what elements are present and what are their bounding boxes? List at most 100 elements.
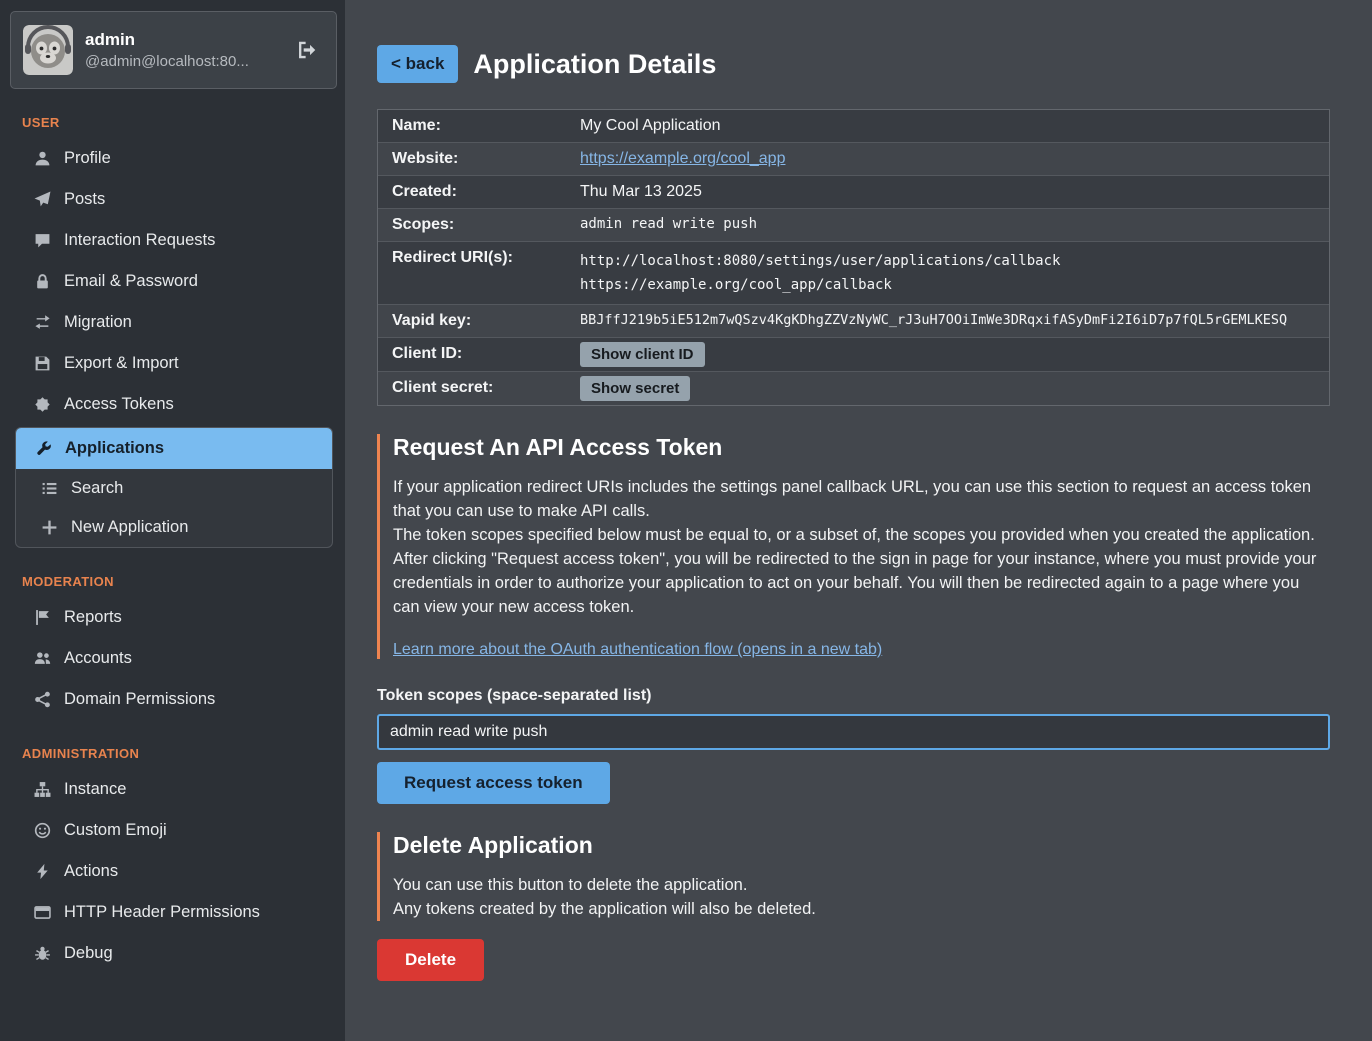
sidebar-item-accounts[interactable]: Accounts	[0, 638, 345, 679]
sidebar-item-label: HTTP Header Permissions	[64, 903, 260, 922]
row-label: Vapid key:	[378, 305, 570, 337]
table-row-scopes: Scopes: admin read write push	[378, 209, 1329, 242]
sidebar-item-label: Export & Import	[64, 354, 179, 373]
sidebar-item-label: Email & Password	[64, 272, 198, 291]
application-details-table: Name: My Cool Application Website: https…	[377, 109, 1330, 406]
page-header: < back Application Details	[377, 45, 1330, 83]
sidebar-item-http-header-permissions[interactable]: HTTP Header Permissions	[0, 892, 345, 933]
bug-icon	[33, 945, 51, 962]
table-row-website: Website: https://example.org/cool_app	[378, 143, 1329, 176]
sidebar-item-label: New Application	[71, 518, 188, 537]
sidebar-item-label: Custom Emoji	[64, 821, 167, 840]
avatar	[23, 25, 73, 75]
delete-application-heading: Delete Application	[393, 832, 1330, 859]
sidebar-item-applications[interactable]: Applications	[16, 428, 332, 469]
sidebar-item-label: Actions	[64, 862, 118, 881]
access-token-paragraph-1: If your application redirect URIs includ…	[393, 475, 1330, 523]
website-link[interactable]: https://example.org/cool_app	[580, 150, 785, 167]
sidebar-item-instance[interactable]: Instance	[0, 769, 345, 810]
sidebar-item-actions[interactable]: Actions	[0, 851, 345, 892]
sidebar-item-label: Migration	[64, 313, 132, 332]
table-row-name: Name: My Cool Application	[378, 110, 1329, 143]
wrench-icon	[34, 440, 52, 457]
redirect-uri-2: https://example.org/cool_app/callback	[580, 273, 1060, 297]
token-scopes-field: Token scopes (space-separated list) Requ…	[377, 687, 1330, 804]
user-handle: @admin@localhost:80...	[85, 53, 284, 70]
request-access-token-button[interactable]: Request access token	[377, 762, 610, 804]
flag-icon	[33, 609, 51, 626]
table-row-redirect-uris: Redirect URI(s): http://localhost:8080/s…	[378, 242, 1329, 305]
row-label: Client secret:	[378, 372, 570, 404]
row-label: Client ID:	[378, 338, 570, 370]
table-row-created: Created: Thu Mar 13 2025	[378, 176, 1329, 209]
sidebar: admin @admin@localhost:80... USER Profil…	[0, 0, 345, 1041]
list-icon	[40, 480, 58, 497]
row-label: Name:	[378, 110, 570, 142]
sitemap-icon	[33, 781, 51, 798]
sidebar-item-label: Access Tokens	[64, 395, 174, 414]
row-label: Created:	[378, 176, 570, 208]
username: admin	[85, 30, 284, 50]
logout-icon[interactable]	[296, 39, 324, 61]
sloth-avatar-image	[23, 25, 73, 75]
sidebar-item-label: Domain Permissions	[64, 690, 215, 709]
row-label: Scopes:	[378, 209, 570, 241]
access-token-heading: Request An API Access Token	[393, 434, 1330, 461]
sidebar-item-email-password[interactable]: Email & Password	[0, 261, 345, 302]
users-icon	[33, 650, 51, 667]
sidebar-item-profile[interactable]: Profile	[0, 138, 345, 179]
user-info: admin @admin@localhost:80...	[85, 30, 284, 70]
access-token-paragraph-2: The token scopes specified below must be…	[393, 523, 1330, 547]
row-label: Redirect URI(s):	[378, 242, 570, 274]
row-value: My Cool Application	[570, 110, 731, 142]
sidebar-item-label: Instance	[64, 780, 126, 799]
sidebar-item-reports[interactable]: Reports	[0, 597, 345, 638]
smiley-icon	[33, 822, 51, 839]
header-icon	[33, 904, 51, 921]
show-secret-button[interactable]: Show secret	[580, 376, 690, 401]
access-token-section: Request An API Access Token If your appl…	[377, 434, 1330, 659]
delete-application-section: Delete Application You can use this butt…	[377, 832, 1330, 921]
row-label: Website:	[378, 143, 570, 175]
token-scopes-input[interactable]	[377, 714, 1330, 750]
sidebar-item-interaction-requests[interactable]: Interaction Requests	[0, 220, 345, 261]
sidebar-item-applications-new[interactable]: New Application	[16, 508, 332, 547]
section-moderation: MODERATION	[22, 574, 345, 589]
table-row-vapid-key: Vapid key: BBJffJ219b5iE512m7wQSzv4KgKDh…	[378, 305, 1329, 338]
sidebar-item-applications-search[interactable]: Search	[16, 469, 332, 508]
delete-button[interactable]: Delete	[377, 939, 484, 981]
sidebar-item-debug[interactable]: Debug	[0, 933, 345, 974]
share-nodes-icon	[33, 691, 51, 708]
row-value-redirect-uris: http://localhost:8080/settings/user/appl…	[570, 242, 1070, 304]
sidebar-item-domain-permissions[interactable]: Domain Permissions	[0, 679, 345, 720]
show-client-id-button[interactable]: Show client ID	[580, 342, 705, 367]
oauth-docs-link[interactable]: Learn more about the OAuth authenticatio…	[393, 641, 882, 659]
exchange-icon	[33, 314, 51, 331]
sidebar-item-label: Interaction Requests	[64, 231, 215, 250]
user-card[interactable]: admin @admin@localhost:80...	[10, 11, 337, 89]
user-icon	[33, 150, 51, 167]
lock-icon	[33, 273, 51, 290]
sidebar-item-label: Accounts	[64, 649, 132, 668]
sidebar-item-label: Reports	[64, 608, 122, 627]
sidebar-item-custom-emoji[interactable]: Custom Emoji	[0, 810, 345, 851]
row-value: Thu Mar 13 2025	[570, 176, 712, 208]
sidebar-item-access-tokens[interactable]: Access Tokens	[0, 384, 345, 425]
sidebar-item-label: Posts	[64, 190, 105, 209]
sidebar-item-posts[interactable]: Posts	[0, 179, 345, 220]
back-button[interactable]: < back	[377, 45, 458, 83]
comment-icon	[33, 232, 51, 249]
plus-icon	[40, 519, 58, 536]
sidebar-item-export-import[interactable]: Export & Import	[0, 343, 345, 384]
row-value-vapid-key: BBJffJ219b5iE512m7wQSzv4KgKDhgZZVzNyWC_r…	[570, 305, 1297, 335]
section-administration: ADMINISTRATION	[22, 746, 345, 761]
sidebar-item-migration[interactable]: Migration	[0, 302, 345, 343]
sidebar-item-label: Search	[71, 479, 123, 498]
access-token-paragraph-3: After clicking "Request access token", y…	[393, 547, 1330, 619]
floppy-icon	[33, 355, 51, 372]
main-content: < back Application Details Name: My Cool…	[345, 0, 1372, 1041]
certificate-icon	[33, 396, 51, 413]
redirect-uri-1: http://localhost:8080/settings/user/appl…	[580, 249, 1060, 273]
table-row-client-id: Client ID: Show client ID	[378, 338, 1329, 372]
token-scopes-label: Token scopes (space-separated list)	[377, 687, 1330, 705]
